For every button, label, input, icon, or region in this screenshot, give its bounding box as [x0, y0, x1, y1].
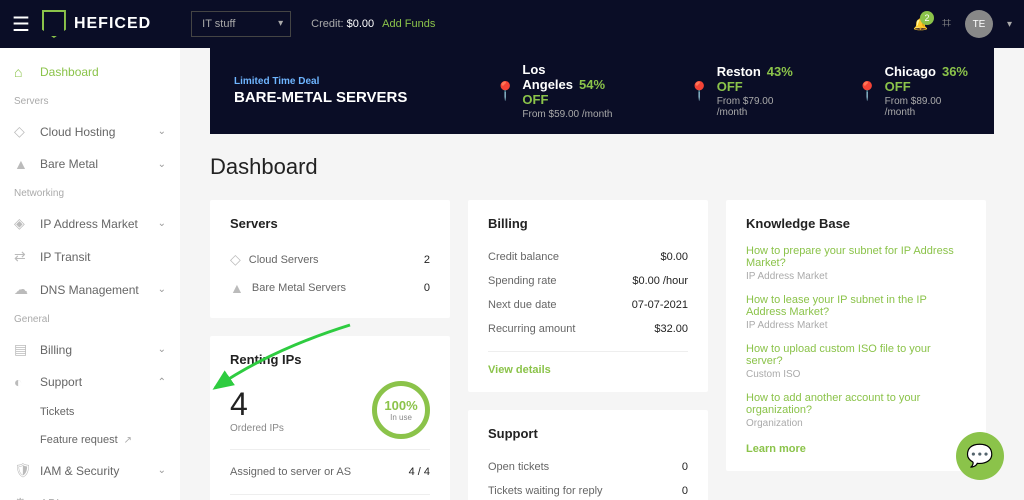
kb-link[interactable]: How to upload custom ISO file to your se…	[746, 343, 966, 367]
promo-deal-label: Limited Time Deal	[234, 76, 474, 87]
promo-title: BARE-METAL SERVERS	[234, 89, 474, 106]
promo-location: 📍 Reston43% OFFFrom $79.00 /month	[688, 64, 796, 118]
avatar[interactable]: TE	[965, 10, 993, 38]
chat-icon: 💬	[966, 443, 993, 469]
transit-icon: ⇄	[14, 248, 30, 265]
usage-ring: 100%In use	[372, 381, 430, 439]
sidebar-item-iptransit[interactable]: ⇄IP Transit	[0, 240, 180, 273]
menu-icon[interactable]: ☰	[12, 12, 30, 37]
credit-label: Credit: $0.00	[311, 18, 374, 30]
external-link-icon: ↗	[124, 435, 132, 446]
chat-button[interactable]: 💬	[956, 432, 1004, 480]
sidebar-item-bare[interactable]: ▲Bare Metal⌄	[0, 148, 180, 180]
notification-icon[interactable]: 🔔2	[913, 17, 928, 31]
sidebar-item-support[interactable]: ◐Support⌃	[0, 366, 180, 398]
renting-card: Renting IPs 4Ordered IPs 100%In use Assi…	[210, 336, 450, 500]
chevron-down-icon: ⌄	[158, 159, 166, 170]
brand-logo[interactable]: HEFICED	[42, 10, 151, 38]
org-selector[interactable]: IT stuff ▾	[171, 11, 291, 37]
sidebar-item-billing[interactable]: ▤Billing⌄	[0, 333, 180, 366]
sidebar-sub-feature[interactable]: Feature request↗	[0, 426, 180, 454]
server-icon: ▲	[14, 156, 30, 172]
org-select-value: IT stuff	[191, 11, 291, 37]
api-icon: ⚙	[14, 495, 30, 500]
sidebar-item-ipmarket[interactable]: ◈IP Address Market⌄	[0, 207, 180, 240]
chevron-down-icon: ⌄	[158, 344, 166, 355]
page-title: Dashboard	[210, 154, 994, 180]
shield-icon: 🛡	[14, 462, 30, 479]
servers-card: Servers ◇Cloud Servers2 ▲Bare Metal Serv…	[210, 200, 450, 318]
sidebar-item-iam[interactable]: 🛡IAM & Security⌄	[0, 454, 180, 487]
notification-badge: 2	[920, 11, 934, 25]
server-icon: ▲	[230, 280, 244, 296]
sidebar-section-general: General	[0, 306, 180, 333]
promo-banner[interactable]: Limited Time Deal BARE-METAL SERVERS 📍 L…	[210, 48, 994, 134]
kb-link[interactable]: How to lease your IP subnet in the IP Ad…	[746, 294, 966, 318]
promo-location: 📍 Los Angeles54% OFFFrom $59.00 /month	[494, 62, 628, 120]
brand-text: HEFICED	[74, 15, 151, 33]
sidebar-item-dns[interactable]: ☁DNS Management⌄	[0, 273, 180, 306]
sidebar-item-cloud[interactable]: ◇Cloud Hosting⌄	[0, 115, 180, 148]
learn-more-link[interactable]: Learn more	[746, 443, 806, 455]
card-title: Billing	[488, 216, 688, 231]
cloud-icon: ◇	[230, 251, 241, 268]
chevron-down-icon[interactable]: ▾	[1007, 19, 1012, 30]
home-icon: ⌂	[14, 64, 30, 80]
billing-icon: ▤	[14, 341, 30, 358]
support-card: Support Open tickets0 Tickets waiting fo…	[468, 410, 708, 500]
chevron-down-icon: ⌄	[158, 126, 166, 137]
app-header: ☰ HEFICED IT stuff ▾ Credit: $0.00 Add F…	[0, 0, 1024, 48]
dns-icon: ☁	[14, 281, 30, 298]
sidebar-item-dashboard[interactable]: ⌂Dashboard	[0, 56, 180, 88]
sidebar: ⌂Dashboard Servers ◇Cloud Hosting⌄ ▲Bare…	[0, 48, 180, 500]
pin-icon: 📍	[494, 81, 516, 102]
billing-card: Billing Credit balance$0.00 Spending rat…	[468, 200, 708, 392]
chevron-down-icon: ▾	[278, 18, 283, 29]
promo-location: 📍 Chicago36% OFFFrom $89.00 /month	[856, 64, 970, 118]
view-details-link[interactable]: View details	[488, 364, 551, 376]
kb-link[interactable]: How to prepare your subnet for IP Addres…	[746, 245, 966, 269]
chevron-down-icon: ⌄	[158, 218, 166, 229]
main-content: Limited Time Deal BARE-METAL SERVERS 📍 L…	[180, 48, 1024, 500]
kb-link[interactable]: How to add another account to your organ…	[746, 392, 966, 416]
cloud-icon: ◇	[14, 123, 30, 140]
sidebar-sub-tickets[interactable]: Tickets	[0, 398, 180, 426]
tag-icon: ◈	[14, 215, 30, 232]
sidebar-section-servers: Servers	[0, 88, 180, 115]
ordered-ips-count: 4	[230, 386, 284, 423]
chevron-down-icon: ⌄	[158, 465, 166, 476]
pin-icon: 📍	[688, 81, 710, 102]
slack-icon[interactable]: ⌗	[942, 15, 951, 33]
card-title: Support	[488, 426, 688, 441]
chevron-up-icon: ⌃	[158, 377, 166, 388]
pin-icon: 📍	[856, 81, 878, 102]
support-icon: ◐	[14, 374, 30, 390]
knowledge-base-card: Knowledge Base How to prepare your subne…	[726, 200, 986, 471]
chevron-down-icon: ⌄	[158, 284, 166, 295]
card-title: Knowledge Base	[746, 216, 966, 231]
shield-icon	[42, 10, 66, 38]
card-title: Servers	[230, 216, 430, 231]
sidebar-item-api[interactable]: ⚙API⌄	[0, 487, 180, 500]
card-title: Renting IPs	[230, 352, 430, 367]
sidebar-section-networking: Networking	[0, 180, 180, 207]
add-funds-link[interactable]: Add Funds	[382, 18, 435, 30]
